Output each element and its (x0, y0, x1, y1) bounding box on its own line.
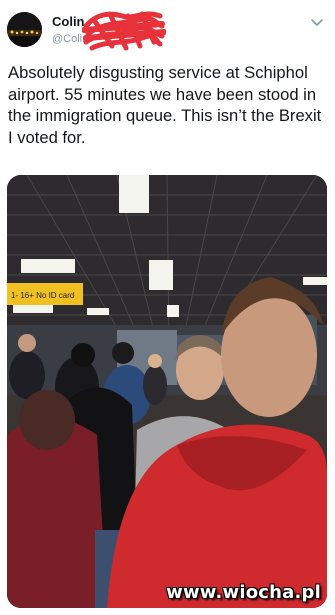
tweet-photo[interactable]: 1- 16+ No ID card (7, 175, 327, 608)
author-name[interactable]: Colin (52, 14, 85, 29)
chevron-down-icon[interactable] (309, 14, 325, 30)
tweet-text: Absolutely disgusting service at Schipho… (8, 63, 322, 147)
avatar[interactable] (7, 12, 42, 47)
queue-photo: 1- 16+ No ID card (7, 175, 327, 608)
redaction-scribble (82, 11, 166, 51)
tweet-card: Colin @Colin Absolutely disgusting servi… (0, 0, 335, 615)
watermark: www.wiocha.pl (166, 582, 321, 603)
photo-sign-text: 1- 16+ No ID card (11, 291, 74, 300)
